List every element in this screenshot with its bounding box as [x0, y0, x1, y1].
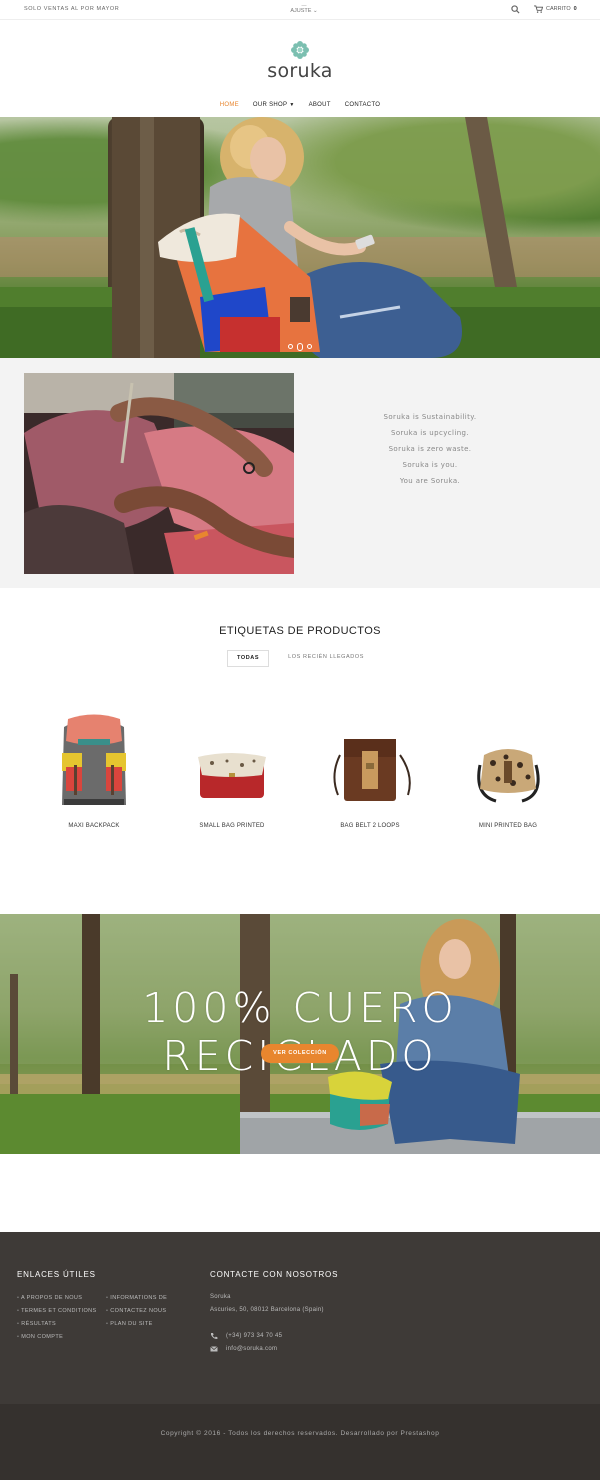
product-card[interactable]: SMALL BAG PRINTED: [172, 705, 292, 829]
promo-headline: 100% CUERO RECICLADO: [142, 984, 458, 1080]
product-image[interactable]: [34, 705, 154, 815]
view-collection-button[interactable]: VER COLECCIÓN: [261, 1044, 339, 1063]
product-name[interactable]: MAXI BACKPACK: [34, 823, 154, 829]
footer-link[interactable]: A PROPOS DE NOUS: [17, 1292, 97, 1305]
logo[interactable]: soruka: [262, 40, 338, 82]
slider-pagination: [288, 343, 316, 351]
useful-links-col1: A PROPOS DE NOUS TERMES ET CONDITIONS RÉ…: [17, 1292, 97, 1344]
footer-bottom-bar: Copyright © 2016 - Todos los derechos re…: [0, 1404, 600, 1480]
product-image[interactable]: [448, 705, 568, 815]
slider-dot-2[interactable]: [297, 343, 303, 351]
flower-logo-icon: [291, 41, 309, 59]
small-bag-printed-image: [198, 753, 266, 798]
footer: ENLACES ÚTILES A PROPOS DE NOUS TERMES E…: [0, 1232, 600, 1480]
product-name[interactable]: SMALL BAG PRINTED: [172, 823, 292, 829]
search-icon[interactable]: [511, 5, 520, 14]
nav-home[interactable]: HOME: [220, 98, 239, 114]
footer-link[interactable]: TERMES ET CONDITIONS: [17, 1305, 97, 1318]
footer-link[interactable]: PLAN DU SITE: [106, 1318, 167, 1331]
cart-button[interactable]: CARRITO 0: [534, 5, 577, 13]
nav-our-shop[interactable]: OUR SHOP ▼: [253, 98, 295, 114]
tagline-line: Soruka is you.: [402, 461, 458, 469]
contact-title: CONTACTE CON NOSOTROS: [210, 1270, 339, 1279]
product-image[interactable]: [310, 705, 430, 815]
cart-icon: [534, 5, 543, 13]
settings-dropdown[interactable]: — AJUSTE ⌄: [282, 4, 326, 15]
promo-banner: 100% CUERO RECICLADO VER COLECCIÓN: [0, 914, 600, 1154]
slider-dot-3[interactable]: [307, 344, 312, 349]
main-nav: HOME OUR SHOP ▼ ABOUT CONTACTO: [0, 98, 600, 114]
footer-link[interactable]: MON COMPTE: [17, 1331, 97, 1344]
product-image[interactable]: [172, 705, 292, 815]
company-name: Soruka: [210, 1294, 231, 1300]
tagline-line: Soruka is Sustainability.: [383, 413, 477, 421]
tab-todas[interactable]: TODAS: [226, 650, 270, 667]
settings-dropdown-label: AJUSTE ⌄: [290, 8, 318, 14]
hero-slider[interactable]: [0, 117, 600, 358]
intro-section: Soruka is Sustainability. Soruka is upcy…: [0, 358, 600, 588]
hero-woman-with-backpack-image: [0, 117, 600, 358]
product-name[interactable]: BAG BELT 2 LOOPS: [310, 823, 430, 829]
caret-down-icon: ▼: [289, 102, 295, 108]
bag-belt-2-loops-image: [333, 739, 411, 801]
products-section-title: ETIQUETAS DE PRODUCTOS: [219, 625, 381, 637]
nav-contacto[interactable]: CONTACTO: [345, 98, 381, 114]
tagline-line: Soruka is zero waste.: [388, 445, 472, 453]
footer-link[interactable]: RÉSULTATS: [17, 1318, 97, 1331]
product-card[interactable]: BAG BELT 2 LOOPS: [310, 705, 430, 829]
tagline-line: Soruka is upcycling.: [390, 429, 470, 437]
maxi-backpack-image: [62, 714, 126, 805]
slider-dot-1[interactable]: [288, 344, 293, 349]
company-email[interactable]: info@soruka.com: [226, 1346, 277, 1352]
cart-label: CARRITO: [546, 6, 571, 12]
sewing-hands-image: [24, 373, 294, 574]
cart-count: 0: [573, 6, 577, 12]
company-address: Ascuries, 50, 08012 Barcelona (Spain): [210, 1307, 324, 1313]
copyright: Copyright © 2016 - Todos los derechos re…: [160, 1430, 440, 1437]
footer-link[interactable]: INFORMATIONS DE: [106, 1292, 167, 1305]
useful-links-title: ENLACES ÚTILES: [17, 1270, 96, 1279]
wholesale-notice: SOLO VENTAS AL POR MAYOR: [24, 6, 120, 12]
email-icon: [210, 1346, 218, 1352]
company-phone[interactable]: (+34) 973 34 70 45: [226, 1333, 282, 1339]
mini-printed-bag-image: [477, 749, 540, 803]
sewing-hands-illustration: [24, 373, 294, 574]
nav-our-shop-label: OUR SHOP: [252, 102, 288, 108]
top-bar: SOLO VENTAS AL POR MAYOR — AJUSTE ⌄ CARR…: [0, 0, 600, 20]
phone-icon: [211, 1333, 218, 1340]
footer-link[interactable]: CONTACTEZ NOUS: [106, 1305, 167, 1318]
useful-links-col2: INFORMATIONS DE CONTACTEZ NOUS PLAN DU S…: [106, 1292, 167, 1331]
tab-recien-llegados[interactable]: LOS RECIÉN LLEGADOS: [279, 650, 373, 667]
tagline-line: You are Soruka.: [399, 477, 461, 485]
product-card[interactable]: MINI PRINTED BAG: [448, 705, 568, 829]
product-name[interactable]: MINI PRINTED BAG: [448, 823, 568, 829]
brand-wordmark: soruka: [267, 60, 333, 82]
brand-tagline: Soruka is Sustainability. Soruka is upcy…: [320, 409, 540, 489]
product-tabs: TODAS LOS RECIÉN LLEGADOS: [0, 650, 600, 667]
nav-about[interactable]: ABOUT: [309, 98, 331, 114]
product-card[interactable]: MAXI BACKPACK: [34, 705, 154, 829]
